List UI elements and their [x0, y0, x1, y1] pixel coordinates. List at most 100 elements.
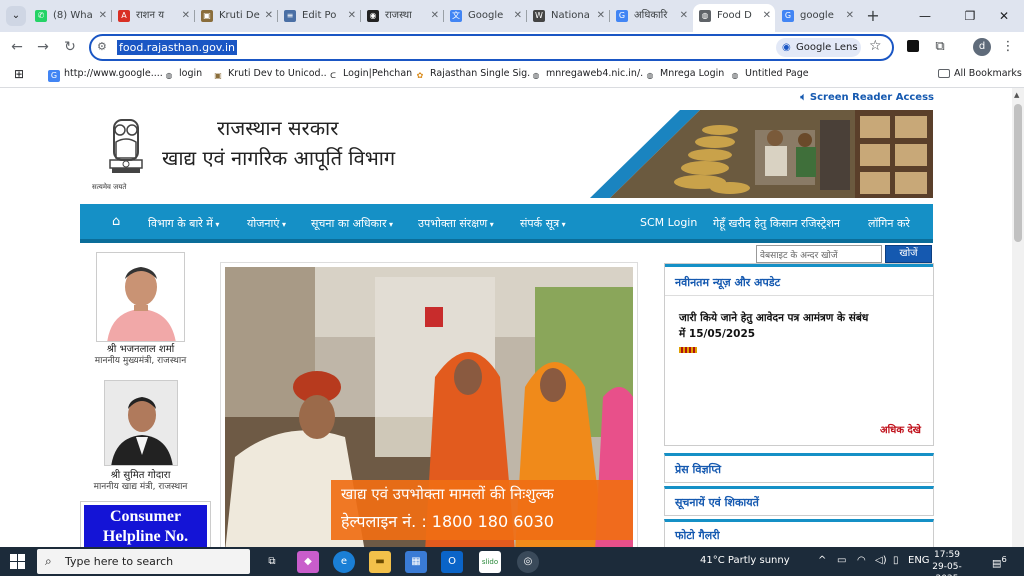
close-window-button[interactable]: ✕	[984, 4, 1024, 28]
apps-grid-icon[interactable]: ⊞	[14, 67, 24, 81]
outlook-icon[interactable]: O	[441, 551, 463, 573]
tab-title: राशन य	[136, 10, 165, 21]
image-slider[interactable]: खाद्य एवं उपभोक्ता मामलों की निःशुल्क हे…	[220, 262, 638, 547]
site-info-icon[interactable]: ⚙	[97, 40, 107, 53]
search-icon: ⌕	[45, 554, 52, 568]
press-release-link[interactable]: प्रेस विज्ञप्ति	[664, 453, 934, 483]
bookmark-label: Login|Pehchan	[343, 68, 413, 79]
bookmark-item[interactable]: Ghttp://www.google....	[48, 68, 163, 82]
taskbar-search[interactable]: ⌕ Type here to search	[37, 549, 250, 574]
slido-icon[interactable]: slido	[479, 551, 501, 573]
bookmark-star-icon[interactable]: ☆	[869, 38, 882, 54]
home-icon[interactable]: ⌂	[112, 214, 120, 229]
nav-item[interactable]: सूचना का अधिकार ▾	[311, 216, 393, 231]
file-explorer-icon[interactable]: ▬	[369, 551, 391, 573]
tab-close-icon[interactable]: ✕	[265, 4, 273, 28]
tab-title: Kruti De	[219, 10, 260, 21]
scroll-up-icon[interactable]: ▲	[1014, 91, 1019, 99]
helpline-caption: खाद्य एवं उपभोक्ता मामलों की निःशुल्क हे…	[331, 480, 633, 540]
screen-reader-link[interactable]: 🔈︎ Screen Reader Access	[800, 92, 934, 103]
web-page: 🔈︎ Screen Reader Access सत्यमेव जयते राज…	[0, 88, 1024, 547]
bookmark-label: Rajasthan Single Sig...	[430, 68, 537, 79]
tab-close-icon[interactable]: ✕	[99, 4, 107, 28]
battery-icon[interactable]: ▯	[893, 555, 899, 566]
task-view-icon[interactable]: ⧉	[261, 551, 283, 573]
browser-tab[interactable]: 文 Google ✕	[444, 4, 526, 28]
bookmark-item[interactable]: ◍ mnregaweb4.nic.in/...	[530, 68, 649, 82]
tab-close-icon[interactable]: ✕	[514, 4, 522, 28]
wifi-icon[interactable]: ◠	[857, 555, 866, 566]
tab-close-icon[interactable]: ✕	[431, 4, 439, 28]
folder-icon	[938, 69, 950, 78]
tab-search-button[interactable]: ⌄	[6, 6, 26, 26]
nav-item-label: गेहूँ खरीद हेतु किसान रजिस्ट्रेशन	[713, 217, 840, 230]
edge-icon[interactable]: e	[333, 551, 355, 573]
circle-icon: ◉	[367, 10, 379, 22]
nav-item[interactable]: विभाग के बारे में ▾	[148, 216, 219, 231]
page-scrollbar[interactable]: ▲	[1012, 88, 1024, 547]
nav-item[interactable]: उपभोक्ता संरक्षण ▾	[418, 216, 494, 231]
bookmark-item[interactable]: ◍ Mnrega Login	[644, 68, 724, 82]
browser-tab[interactable]: ▣ Kruti De ✕	[195, 4, 277, 28]
ashoka-emblem-logo[interactable]	[100, 112, 152, 194]
chrome-icon[interactable]: ◎	[517, 551, 539, 573]
tab-close-icon[interactable]: ✕	[182, 4, 190, 28]
tab-close-icon[interactable]: ✕	[846, 4, 854, 28]
extensions-puzzle-icon[interactable]: ⧉	[931, 38, 949, 56]
nav-item[interactable]: संपर्क सूत्र ▾	[520, 216, 566, 231]
tab-close-icon[interactable]: ✕	[763, 4, 771, 28]
network-icon[interactable]: ▭	[837, 555, 846, 566]
tab-close-icon[interactable]: ✕	[348, 4, 356, 28]
image-icon: ▣	[201, 10, 213, 22]
store-icon[interactable]: ▦	[405, 551, 427, 573]
system-clock[interactable]: 17:59 29-05-2025	[925, 549, 969, 576]
news-item[interactable]: जारी किये जाने हेतु आवेदन पत्र आमंत्रण क…	[679, 310, 919, 358]
bookmark-item[interactable]: ✿ Rajasthan Single Sig...	[414, 68, 536, 82]
consumer-helpline-banner[interactable]: Consumer Helpline No.	[80, 501, 211, 547]
bookmark-item[interactable]: ◍ Untitled Page	[729, 68, 809, 82]
minimize-button[interactable]: —	[905, 4, 945, 28]
copilot-icon[interactable]: ◆	[297, 551, 319, 573]
scrollbar-thumb[interactable]	[1014, 104, 1022, 242]
nav-item[interactable]: योजनाएं ▾	[247, 216, 286, 231]
windows-start-button[interactable]	[10, 554, 25, 569]
slider-image: खाद्य एवं उपभोक्ता मामलों की निःशुल्क हे…	[225, 267, 633, 547]
browser-tab[interactable]: ✆ (8) Wha ✕	[29, 4, 111, 28]
pdf-icon: A	[118, 10, 130, 22]
nav-item[interactable]: लॉगिन करे	[868, 216, 910, 231]
bookmark-item[interactable]: ᑕ Login|Pehchan	[327, 68, 412, 82]
site-search-button[interactable]: खोजें	[885, 245, 932, 263]
info-complaints-link[interactable]: सूचनायें एवं शिकायतें	[664, 486, 934, 516]
new-tab-button[interactable]: +	[863, 6, 883, 26]
bookmark-item[interactable]: ▣ Kruti Dev to Unicod...	[212, 68, 330, 82]
url-text[interactable]: food.rajasthan.gov.in	[117, 40, 237, 55]
browser-tab[interactable]: ≡ Edit Po ✕	[278, 4, 360, 28]
browser-tab[interactable]: W Nationa ✕	[527, 4, 609, 28]
address-bar[interactable]: ⚙ food.rajasthan.gov.in ◉ Google Lens ☆	[89, 34, 894, 61]
notifications-icon[interactable]: ▤6	[992, 554, 1007, 569]
reload-button[interactable]: ↻	[60, 37, 80, 57]
extension-icon[interactable]	[904, 38, 922, 56]
forward-button[interactable]: →	[33, 37, 53, 57]
tray-overflow-icon[interactable]: ^	[818, 555, 826, 566]
nav-item[interactable]: गेहूँ खरीद हेतु किसान रजिस्ट्रेशन	[713, 216, 840, 231]
nav-item[interactable]: SCM Login	[640, 216, 697, 229]
google-lens-button[interactable]: ◉ Google Lens	[776, 38, 861, 57]
site-search-input[interactable]: वेबसाइट के अन्दर खोजें	[756, 245, 882, 263]
read-more-link[interactable]: अधिक देखे	[880, 422, 921, 436]
profile-avatar[interactable]: d	[973, 38, 991, 56]
volume-icon[interactable]: ◁)	[875, 555, 887, 566]
browser-tab[interactable]: ◍ Food D ✕	[693, 4, 775, 32]
browser-tab[interactable]: A राशन य ✕	[112, 4, 194, 28]
browser-tab[interactable]: Ggoogle ✕	[776, 4, 858, 28]
browser-tab[interactable]: G अधिकारि ✕	[610, 4, 692, 28]
tab-close-icon[interactable]: ✕	[597, 4, 605, 28]
back-button[interactable]: ←	[7, 37, 27, 57]
menu-kebab-icon[interactable]: ⋮	[999, 38, 1017, 56]
browser-tab[interactable]: ◉ राजस्था ✕	[361, 4, 443, 28]
tab-close-icon[interactable]: ✕	[680, 4, 688, 28]
weather-widget[interactable]: 41°C Partly sunny	[700, 555, 790, 566]
photo-gallery-link[interactable]: फोटो गैलरी	[664, 519, 934, 547]
all-bookmarks-folder[interactable]: All Bookmarks	[938, 68, 1022, 79]
bookmark-item[interactable]: ◍ login	[163, 68, 202, 82]
